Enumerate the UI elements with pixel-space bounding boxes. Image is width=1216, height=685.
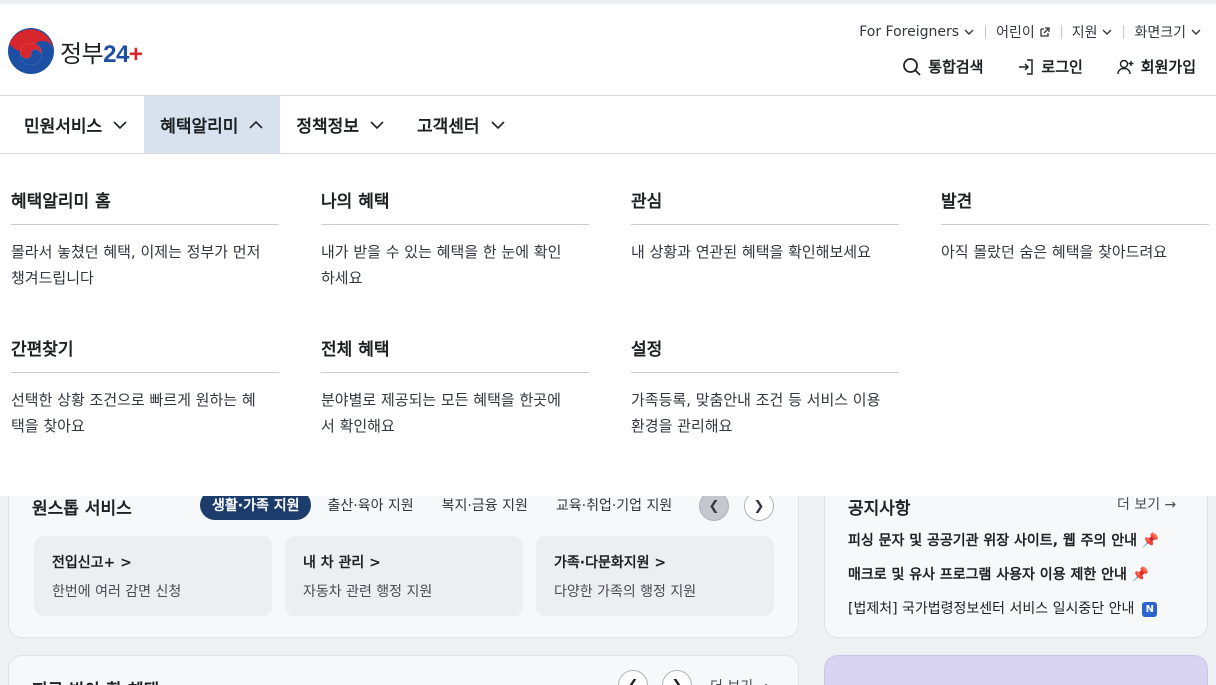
menu-benefit-home[interactable]: 혜택알리미 홈 몰라서 놓쳤던 혜택, 이제는 정부가 먼저 챙겨드립니다 <box>11 187 279 291</box>
benefit-section-title: 지금 받아 할 혜택 <box>32 676 159 685</box>
search-button[interactable]: 통합검색 <box>902 56 983 77</box>
login-button[interactable]: 로그인 <box>1017 56 1083 77</box>
kids-link[interactable]: 어린이 <box>986 22 1061 42</box>
service-title: 전입신고+ > <box>52 555 132 571</box>
menu-desc: 가족등록, 맞춤안내 조건 등 서비스 이용 환경을 관리해요 <box>631 391 881 435</box>
menu-desc: 분야별로 제공되는 모든 혜택을 한곳에서 확인해요 <box>321 391 561 435</box>
chevron-down-icon <box>1191 29 1201 35</box>
utility-nav: For Foreigners 어린이 지원 화면크기 <box>849 22 1202 42</box>
menu-quick-find[interactable]: 간편찾기 선택한 상황 조건으로 빠르게 원하는 혜택을 찾아요 <box>11 335 279 439</box>
signup-label: 회원가입 <box>1140 58 1196 76</box>
notice-item[interactable]: [법제처] 국가법령정보센터 서비스 일시중단 안내 N <box>848 598 1158 618</box>
nav-label: 혜택알리미 <box>160 117 239 137</box>
nav-label: 고객센터 <box>416 117 480 137</box>
login-label: 로그인 <box>1041 58 1083 76</box>
chevron-down-icon <box>964 29 974 35</box>
nav-benefit-alarm[interactable]: 혜택알리미 <box>144 96 281 153</box>
nav-policy-info[interactable]: 정책정보 <box>280 96 401 153</box>
menu-desc: 아직 몰랐던 숨은 혜택을 찾아드려요 <box>941 243 1168 261</box>
chevron-down-icon <box>490 120 505 129</box>
menu-title[interactable]: 혜택알리미 홈 <box>11 187 279 225</box>
menu-title[interactable]: 관심 <box>631 187 899 225</box>
screen-size-label: 화면크기 <box>1134 25 1186 41</box>
service-card-family[interactable]: 가족·다문화지원 > 다양한 가족의 행정 지원 <box>536 536 774 616</box>
taegeuk-logo-icon <box>8 28 54 74</box>
for-foreigners-label: For Foreigners <box>859 24 960 40</box>
support-label: 지원 <box>1071 25 1098 41</box>
new-badge: N <box>1142 601 1158 617</box>
menu-desc: 내가 받을 수 있는 혜택을 한 눈에 확인하세요 <box>321 243 562 287</box>
menu-my-benefit[interactable]: 나의 혜택 내가 받을 수 있는 혜택을 한 눈에 확인하세요 <box>321 187 589 291</box>
service-desc: 다양한 가족의 행정 지원 <box>554 584 697 600</box>
benefit-mega-menu: 혜택알리미 홈 몰라서 놓쳤던 혜택, 이제는 정부가 먼저 챙겨드립니다 나의… <box>0 154 1216 496</box>
menu-title[interactable]: 발견 <box>941 187 1209 225</box>
search-icon <box>903 57 921 76</box>
signup-button[interactable]: 회원가입 <box>1117 56 1196 77</box>
menu-all-benefits[interactable]: 전체 혜택 분야별로 제공되는 모든 혜택을 한곳에서 확인해요 <box>321 335 589 439</box>
benefit-more-link[interactable]: 더 보기 → <box>710 676 769 685</box>
chevron-down-icon <box>370 120 384 129</box>
menu-interest[interactable]: 관심 내 상황과 연관된 혜택을 확인해보세요 <box>631 187 899 265</box>
screen-size-menu[interactable]: 화면크기 <box>1124 22 1202 42</box>
menu-desc: 내 상황과 연관된 혜택을 확인해보세요 <box>631 243 871 261</box>
service-card-my-car[interactable]: 내 차 관리 > 자동차 관련 행정 지원 <box>285 536 523 616</box>
nav-label: 정책정보 <box>296 117 359 137</box>
menu-discover[interactable]: 발견 아직 몰랐던 숨은 혜택을 찾아드려요 <box>941 187 1209 265</box>
chevron-down-icon <box>113 120 127 129</box>
chevron-down-icon <box>1102 29 1112 35</box>
menu-settings[interactable]: 설정 가족등록, 맞춤안내 조건 등 서비스 이용 환경을 관리해요 <box>631 335 899 439</box>
nav-customer-center[interactable]: 고객센터 <box>401 96 522 153</box>
login-icon <box>1019 58 1034 75</box>
external-link-icon <box>1040 27 1050 37</box>
main-nav: 민원서비스 혜택알리미 정책정보 고객센터 <box>0 96 1216 154</box>
for-foreigners-menu[interactable]: For Foreigners <box>849 24 985 40</box>
logo-text: 정부24+ <box>60 40 143 68</box>
service-desc: 자동차 관련 행정 지원 <box>303 584 433 600</box>
notice-more-link[interactable]: 더 보기 → <box>1117 494 1176 514</box>
menu-desc: 몰라서 놓쳤던 혜택, 이제는 정부가 먼저 챙겨드립니다 <box>11 243 261 287</box>
menu-title[interactable]: 설정 <box>631 335 899 373</box>
banner-card[interactable] <box>824 655 1208 685</box>
service-title: 내 차 관리 > <box>303 555 381 571</box>
search-label: 통합검색 <box>928 58 984 76</box>
chevron-left-icon: ❮ <box>627 677 639 685</box>
service-card-move-in[interactable]: 전입신고+ > 한번에 여러 감면 신청 <box>34 536 272 616</box>
nav-label: 민원서비스 <box>24 117 103 137</box>
chevron-right-icon: ❯ <box>671 677 683 685</box>
nav-civil-service[interactable]: 민원서비스 <box>8 96 144 153</box>
menu-title[interactable]: 전체 혜택 <box>321 335 589 373</box>
notice-item[interactable]: 매크로 및 유사 프로그램 사용자 이용 제한 안내 📌 <box>848 564 1149 584</box>
support-menu[interactable]: 지원 <box>1062 22 1124 42</box>
service-title: 가족·다문화지원 > <box>554 555 667 571</box>
site-header: 정부24+ For Foreigners 어린이 지원 화면크기 통합검색 로그… <box>0 0 1216 96</box>
notice-item[interactable]: 피싱 문자 및 공공기관 위장 사이트, 웹 주의 안내 📌 <box>848 530 1159 550</box>
chevron-up-icon <box>249 120 263 129</box>
menu-desc: 선택한 상황 조건으로 빠르게 원하는 혜택을 찾아요 <box>11 391 256 435</box>
add-user-icon <box>1117 59 1134 74</box>
chevron-right-icon: ❯ <box>753 498 765 514</box>
service-desc: 한번에 여러 감면 신청 <box>52 584 182 600</box>
menu-title[interactable]: 나의 혜택 <box>321 187 589 225</box>
kids-label: 어린이 <box>996 25 1035 41</box>
onestop-title: 원스톱 서비스 <box>32 499 132 519</box>
menu-title[interactable]: 간편찾기 <box>11 335 279 373</box>
chevron-left-icon: ❮ <box>708 498 720 514</box>
notice-title: 공지사항 <box>848 499 911 519</box>
site-logo[interactable]: 정부24+ <box>8 28 143 74</box>
header-actions: 통합검색 로그인 회원가입 <box>902 56 1196 77</box>
notice-text: [법제처] 국가법령정보센터 서비스 일시중단 안내 <box>848 601 1135 617</box>
